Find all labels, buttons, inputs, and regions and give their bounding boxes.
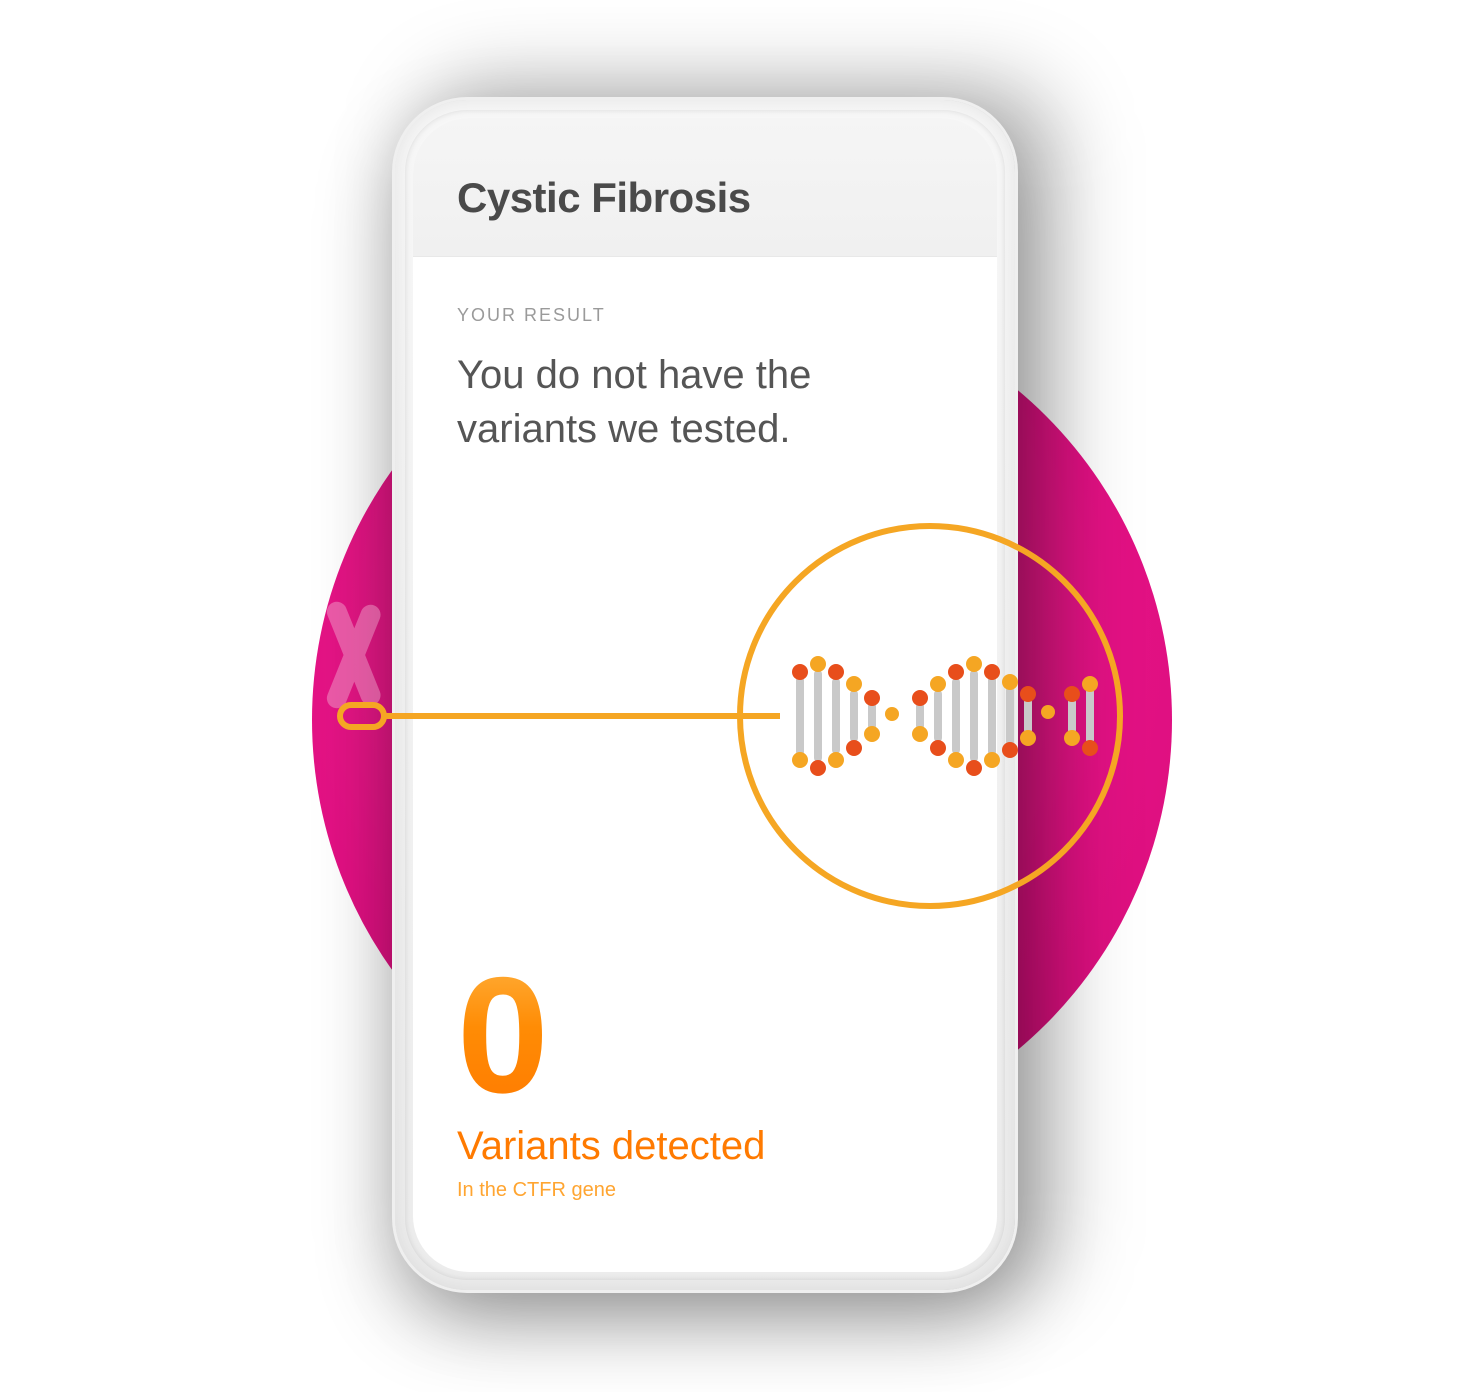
phone-frame: Cystic Fibrosis YOUR RESULT You do not h… [395, 100, 1015, 1290]
result-block: 0 Variants detected In the CTFR gene [457, 953, 765, 1202]
result-eyebrow: YOUR RESULT [457, 305, 953, 326]
phone-screen[interactable]: Cystic Fibrosis YOUR RESULT You do not h… [413, 118, 997, 1272]
app-header: Cystic Fibrosis [413, 118, 997, 257]
result-summary: You do not have the variants we tested. [457, 348, 877, 456]
stage: Cystic Fibrosis YOUR RESULT You do not h… [0, 0, 1484, 1392]
content-area: YOUR RESULT You do not have the variants… [413, 257, 997, 456]
page-title: Cystic Fibrosis [457, 174, 953, 222]
variants-detected-label: Variants detected [457, 1124, 765, 1169]
variants-count: 0 [457, 953, 765, 1118]
gene-label: In the CTFR gene [457, 1179, 765, 1202]
